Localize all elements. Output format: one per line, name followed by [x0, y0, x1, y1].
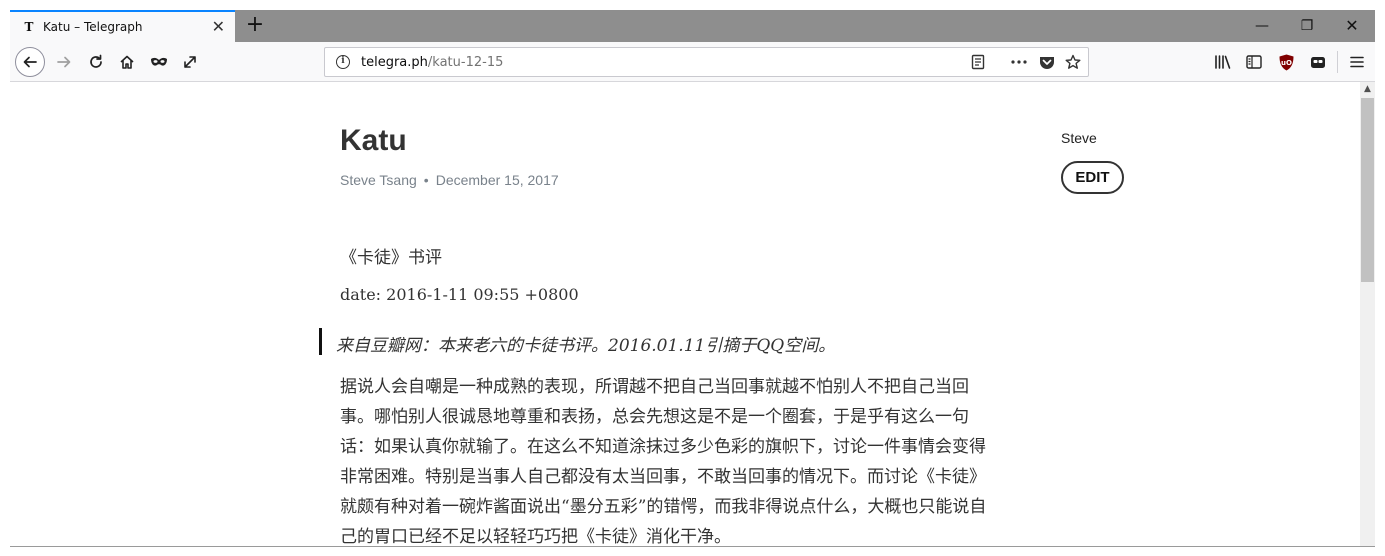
library-icon [1215, 55, 1231, 69]
reload-button[interactable] [82, 48, 110, 76]
page-content: Katu Steve Tsang • December 15, 2017 Steve… [10, 82, 1360, 546]
byline-separator: • [423, 172, 429, 188]
private-mask-button[interactable] [145, 48, 173, 76]
body-line: 事。哪怕别人很诚恳地尊重和表扬，总会先想这是不是一个圈套，于是乎有这么一句 [340, 407, 969, 427]
home-button[interactable] [113, 48, 141, 76]
reader-view-icon [971, 54, 985, 70]
sidebar-icon [1246, 55, 1262, 69]
blockquote: 来自豆瓣网：本来老六的卡徒书评。2016.01.11引摘于QQ空间。 [336, 336, 836, 356]
tab-strip: T Katu – Telegraph ✕ + — ❐ ✕ [10, 10, 1375, 42]
forward-icon [57, 56, 71, 68]
ublock-icon: uO [1279, 54, 1293, 70]
home-icon [120, 55, 134, 69]
forward-button[interactable] [50, 48, 78, 76]
toolbar-separator [1337, 51, 1338, 73]
body-line: 己的胃口已经不足以轻轻巧巧把《卡徒》消化干净。 [340, 527, 731, 546]
sidebar-button[interactable] [1240, 48, 1268, 76]
menu-icon [1350, 56, 1364, 68]
ublock-button[interactable]: uO [1272, 48, 1300, 76]
reader-view-button[interactable] [966, 50, 990, 74]
body-line: 就颇有种对着一碗炸酱面说出“墨分五彩”的错愕，而我非得说点什么，大概也只能说自 [340, 497, 987, 517]
bookmark-star-icon [1065, 54, 1081, 69]
page-actions-button[interactable] [1007, 50, 1031, 74]
expand-icon [184, 56, 196, 68]
body-line: 话：如果认真你就输了。在这么不知道涂抹过多少色彩的旗帜下，讨论一件事情会变得 [340, 437, 986, 457]
pocket-icon [1040, 56, 1054, 69]
more-icon [1011, 60, 1027, 64]
menu-button[interactable] [1343, 48, 1371, 76]
body-line: 据说人会自嘲是一种成熟的表现，所谓越不把自己当回事就越不怕别人不把自己当回 [340, 377, 969, 397]
scrollbar-thumb[interactable] [1361, 98, 1374, 282]
fullscreen-button[interactable] [176, 48, 204, 76]
publish-date: December 15, 2017 [435, 172, 559, 188]
body-paragraph: 据说人会自嘲是一种成熟的表现，所谓越不把自己当回事就越不怕别人不把自己当回 事。… [340, 372, 1030, 546]
window-bottom-edge [10, 546, 1375, 547]
minimize-button[interactable]: — [1239, 10, 1285, 42]
back-button[interactable] [15, 47, 45, 77]
new-tab-button[interactable]: + [241, 12, 269, 40]
article-title: Katu [340, 124, 407, 157]
account-name: Steve [1061, 130, 1097, 146]
tab-icon [1311, 57, 1325, 68]
navigation-toolbar: i telegra.ph/katu-12-15 uO [10, 42, 1375, 82]
tab-close-icon[interactable]: ✕ [212, 17, 225, 36]
url-host: telegra.ph [361, 54, 428, 70]
tab-title: Katu – Telegraph [43, 20, 143, 34]
bookmark-button[interactable] [1061, 50, 1085, 74]
telegraph-favicon-icon: T [24, 20, 34, 34]
tab-katu[interactable]: T Katu – Telegraph ✕ [10, 10, 235, 42]
browser-window: T Katu – Telegraph ✕ + — ❐ ✕ i telegra.p [0, 0, 1385, 556]
reload-icon [90, 54, 102, 68]
paragraph-date: date: 2016-1-11 09:55 +0800 [340, 285, 579, 304]
article-byline: Steve Tsang • December 15, 2017 [340, 172, 559, 188]
library-button[interactable] [1209, 48, 1237, 76]
pocket-button[interactable] [1035, 50, 1059, 74]
scroll-up-arrow-icon[interactable]: ▲ [1360, 84, 1375, 94]
edit-button[interactable]: EDIT [1061, 161, 1124, 194]
paragraph-book-review-title: 《卡徒》书评 [340, 248, 442, 268]
back-icon [23, 56, 37, 68]
blockquote-bar [319, 328, 322, 355]
body-line: 非常困难。特别是当事人自己都没有太当回事，不敢当回事的情况下。而讨论《卡徒》 [340, 467, 986, 487]
author-link[interactable]: Steve Tsang [340, 172, 417, 188]
window-close-button[interactable]: ✕ [1329, 10, 1375, 42]
mask-icon [151, 57, 167, 66]
url-path: /katu-12-15 [427, 54, 504, 70]
site-info-icon[interactable]: i [336, 55, 350, 69]
vertical-scrollbar[interactable]: ▲ [1360, 82, 1375, 546]
url-bar[interactable]: i telegra.ph/katu-12-15 [324, 47, 1089, 77]
tab-extension-button[interactable] [1304, 48, 1332, 76]
maximize-button[interactable]: ❐ [1284, 10, 1330, 42]
svg-text:uO: uO [1281, 59, 1292, 67]
